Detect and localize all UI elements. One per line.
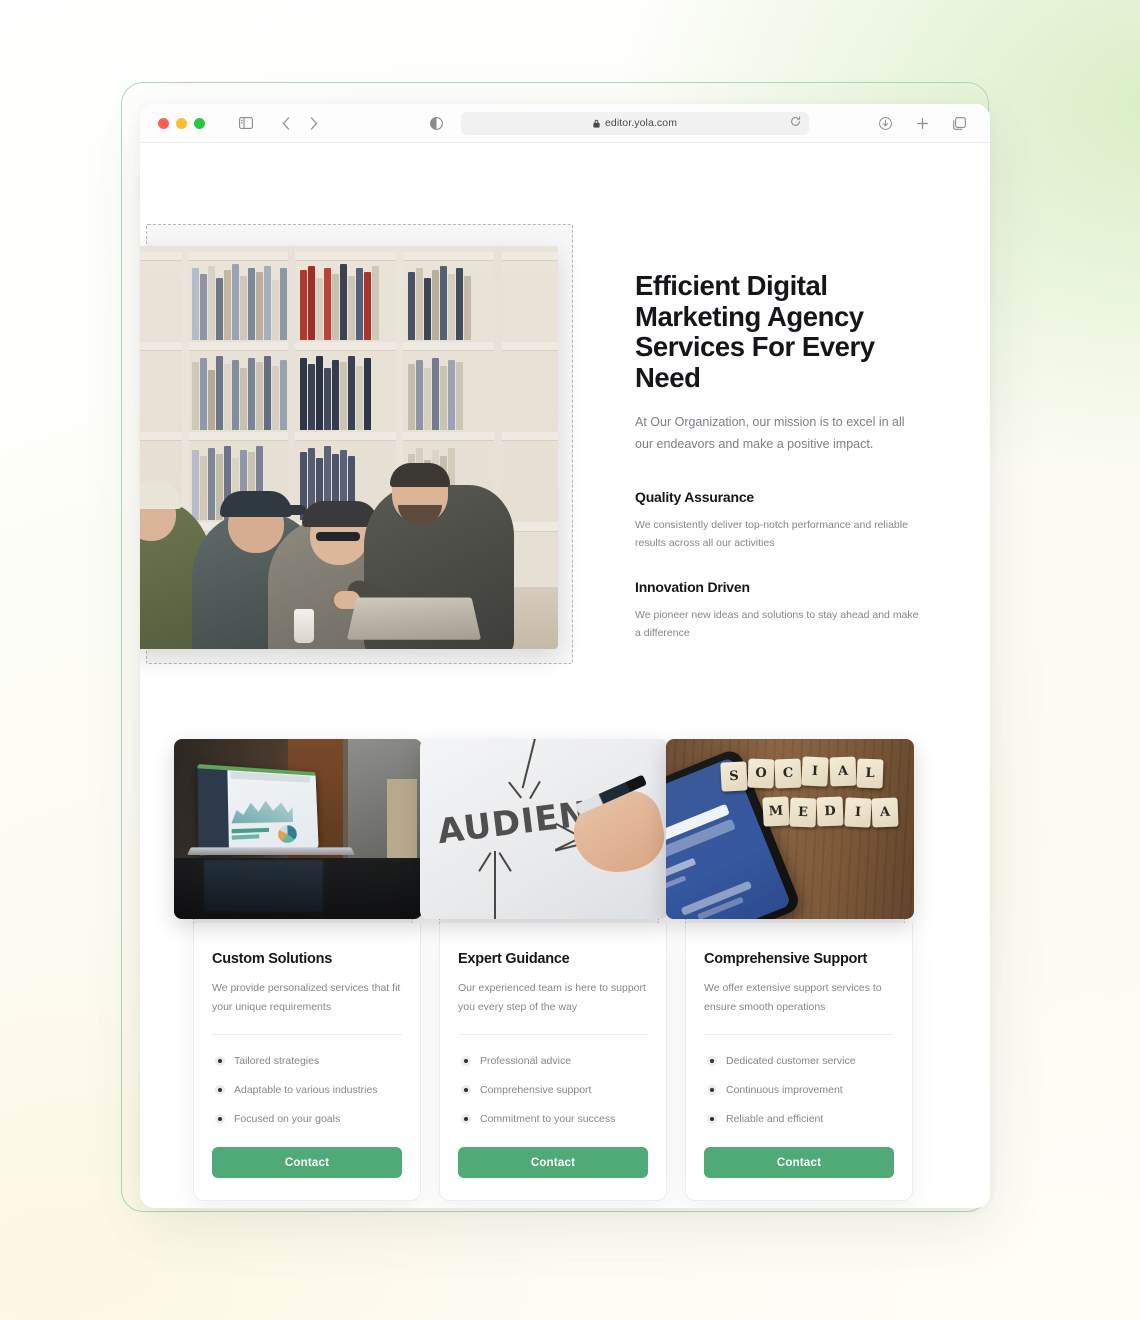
service-card: S O C I A L M E D I A Comprehensive Supp… — [666, 735, 914, 1201]
address-bar[interactable]: editor.yola.com — [461, 111, 809, 135]
url-value: editor.yola.com — [604, 117, 678, 129]
card-image-expert-guidance[interactable]: AUDIENCE — [420, 739, 668, 919]
card-description: We provide personalized services that fi… — [212, 982, 401, 1013]
bullet-dot-icon — [707, 1114, 717, 1124]
close-window-button[interactable] — [158, 117, 169, 129]
contact-button[interactable]: Contact — [212, 1147, 402, 1178]
bullet-dot-icon — [707, 1056, 717, 1066]
back-button[interactable] — [273, 111, 299, 135]
scrabble-tile: M — [761, 795, 790, 827]
card-bullet-list: Dedicated customer service Continuous im… — [704, 1053, 894, 1127]
bullet-dot-icon — [215, 1056, 225, 1066]
minimize-window-button[interactable] — [176, 117, 187, 129]
card-description: We offer extensive support services to e… — [704, 982, 882, 1013]
card-divider — [458, 1034, 648, 1035]
list-item-label: Continuous improvement — [726, 1084, 843, 1096]
scrabble-tile: E — [789, 797, 817, 828]
scrabble-tile: I — [843, 797, 872, 828]
list-item: Focused on your goals — [212, 1111, 402, 1127]
card-body: Expert Guidance Our experienced team is … — [439, 923, 667, 1201]
service-card: Custom Solutions We provide personalized… — [174, 735, 422, 1201]
card-body: Comprehensive Support We offer extensive… — [685, 923, 913, 1201]
scrabble-tile: A — [871, 797, 899, 828]
card-image-custom-solutions[interactable] — [174, 739, 422, 919]
download-icon[interactable] — [872, 111, 898, 135]
list-item-label: Dedicated customer service — [726, 1055, 856, 1067]
card-divider — [704, 1034, 894, 1035]
card-title: Custom Solutions — [212, 951, 333, 967]
hero-subtitle: At Our Organization, our mission is to e… — [635, 415, 905, 451]
list-item-label: Commitment to your success — [480, 1113, 616, 1125]
scrabble-tile: L — [856, 758, 884, 789]
list-item-label: Professional advice — [480, 1055, 572, 1067]
scrabble-tile: A — [829, 756, 857, 787]
contact-button[interactable]: Contact — [704, 1147, 894, 1178]
card-title: Expert Guidance — [458, 951, 570, 967]
browser-toolbar: editor.yola.com — [140, 104, 990, 143]
card-title: Comprehensive Support — [704, 951, 868, 967]
hero-section: Efficient Digital Marketing Agency Servi… — [140, 143, 990, 703]
forward-button[interactable] — [301, 111, 327, 135]
tab-overview-icon[interactable] — [946, 111, 972, 135]
scrabble-tile: I — [801, 756, 830, 787]
card-divider — [212, 1034, 402, 1035]
list-item-label: Adaptable to various industries — [234, 1084, 378, 1096]
scrabble-tile: D — [816, 796, 844, 826]
scrabble-tile: S — [719, 761, 748, 792]
list-item: Dedicated customer service — [704, 1053, 894, 1069]
browser-window: editor.yola.com Efficient Digital Market… — [140, 104, 990, 1208]
list-item: Adaptable to various industries — [212, 1082, 402, 1098]
card-bullet-list: Professional advice Comprehensive suppor… — [458, 1053, 648, 1127]
feature-body-quality-assurance: We consistently deliver top-notch perfor… — [635, 519, 908, 549]
feature-title-quality-assurance: Quality Assurance — [635, 489, 755, 505]
list-item: Commitment to your success — [458, 1111, 648, 1127]
lock-icon — [593, 119, 600, 128]
zoom-window-button[interactable] — [194, 117, 205, 129]
website-canvas: Efficient Digital Marketing Agency Servi… — [140, 143, 990, 1208]
scrabble-tile: C — [774, 758, 802, 789]
card-description: Our experienced team is here to support … — [458, 982, 646, 1013]
page-title: Efficient Digital Marketing Agency Servi… — [635, 270, 875, 393]
contact-button[interactable]: Contact — [458, 1147, 648, 1178]
bullet-dot-icon — [461, 1114, 471, 1124]
list-item: Comprehensive support — [458, 1082, 648, 1098]
card-body: Custom Solutions We provide personalized… — [193, 923, 421, 1201]
sidebar-toggle-icon[interactable] — [233, 111, 259, 135]
hero-image[interactable] — [140, 246, 558, 649]
feature-body-innovation-driven: We pioneer new ideas and solutions to st… — [635, 609, 919, 639]
list-item-label: Reliable and efficient — [726, 1113, 824, 1125]
toolbar-right-actions — [872, 111, 976, 135]
scrabble-tile: O — [747, 758, 775, 789]
reader-mode-icon[interactable] — [423, 111, 449, 135]
address-bar-text: editor.yola.com — [593, 117, 677, 129]
list-item: Professional advice — [458, 1053, 648, 1069]
list-item: Tailored strategies — [212, 1053, 402, 1069]
reload-icon[interactable] — [790, 114, 801, 132]
new-tab-icon[interactable] — [909, 111, 935, 135]
list-item-label: Focused on your goals — [234, 1113, 341, 1125]
bullet-dot-icon — [707, 1085, 717, 1095]
bullet-dot-icon — [215, 1114, 225, 1124]
card-image-comprehensive-support[interactable]: S O C I A L M E D I A — [666, 739, 914, 919]
hero-copy: Efficient Digital Marketing Agency Servi… — [635, 270, 925, 642]
window-traffic-lights[interactable] — [158, 117, 205, 129]
list-item-label: Tailored strategies — [234, 1055, 320, 1067]
service-cards-section: Custom Solutions We provide personalized… — [174, 735, 964, 1201]
list-item: Continuous improvement — [704, 1082, 894, 1098]
feature-title-innovation-driven: Innovation Driven — [635, 579, 750, 595]
service-card: AUDIENCE Expert Guidance Our experienced… — [420, 735, 668, 1201]
card-bullet-list: Tailored strategies Adaptable to various… — [212, 1053, 402, 1127]
bullet-dot-icon — [461, 1056, 471, 1066]
list-item-label: Comprehensive support — [480, 1084, 592, 1096]
list-item: Reliable and efficient — [704, 1111, 894, 1127]
bullet-dot-icon — [215, 1085, 225, 1095]
bullet-dot-icon — [461, 1085, 471, 1095]
